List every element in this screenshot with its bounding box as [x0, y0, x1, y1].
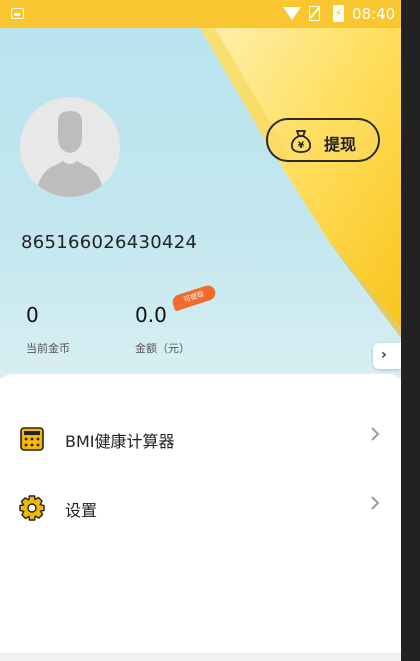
menu-item-settings[interactable]: 设置	[0, 477, 401, 537]
gallery-icon	[11, 8, 24, 19]
window-edge	[401, 0, 420, 661]
no-sim-icon	[309, 6, 320, 21]
user-id: 865166026430424	[21, 232, 198, 253]
status-bar: ⚡ 08:40	[0, 0, 401, 28]
chevron-right-icon	[371, 496, 380, 510]
menu-item-label: 设置	[65, 501, 98, 520]
expand-button[interactable]: ›	[373, 343, 401, 369]
user-silhouette-icon	[36, 111, 104, 197]
coins-label: 当前金币	[26, 342, 70, 355]
menu-item-label: BMI健康计算器	[65, 432, 175, 451]
bottom-nav-edge	[0, 653, 401, 661]
amount-value: 0.0	[135, 303, 167, 327]
avatar[interactable]	[20, 97, 120, 197]
chevron-right-icon: ›	[381, 347, 387, 363]
profile-header: ¥ 提现 865166026430424 0 当前金币 0.0 可提现 金额（元…	[0, 28, 401, 378]
menu-card: BMI健康计算器 设置	[0, 374, 401, 661]
coins-value: 0	[26, 303, 39, 327]
gear-icon	[19, 495, 45, 521]
amount-label: 金额（元）	[135, 342, 190, 355]
svg-text:¥: ¥	[298, 141, 305, 151]
battery-charging-icon: ⚡	[333, 5, 344, 22]
withdraw-label: 提现	[324, 135, 357, 154]
wifi-icon	[283, 7, 301, 20]
header-background	[200, 28, 401, 338]
status-time: 08:40	[352, 5, 396, 23]
menu-item-bmi-calculator[interactable]: BMI健康计算器	[0, 408, 401, 468]
chevron-right-icon	[371, 427, 380, 441]
app-screen: ⚡ 08:40 ¥ 提现 865166026430424 0 当前金币 0.0 …	[0, 0, 401, 661]
calculator-icon	[20, 427, 44, 451]
withdraw-button[interactable]: ¥ 提现	[266, 118, 380, 162]
money-bag-icon: ¥	[290, 130, 312, 153]
